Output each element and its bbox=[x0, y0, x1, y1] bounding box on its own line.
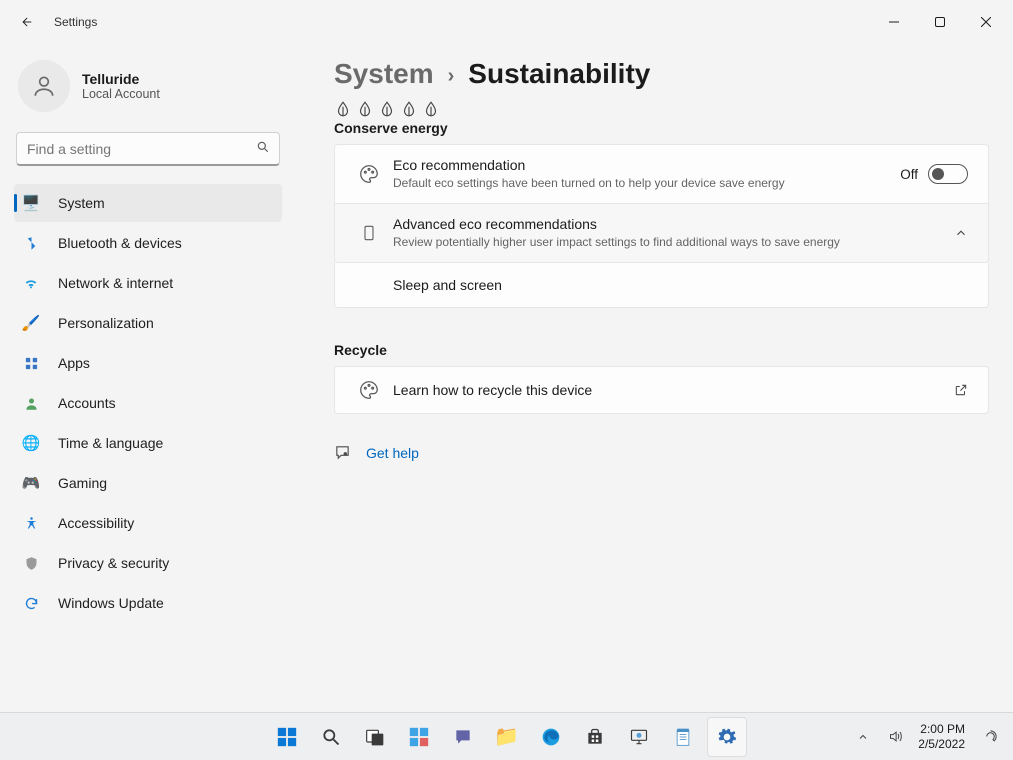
taskbar-settings[interactable] bbox=[707, 717, 747, 757]
tray-overflow[interactable] bbox=[850, 717, 876, 757]
sidebar-item-label: Personalization bbox=[58, 315, 154, 331]
taskbar-notepad[interactable] bbox=[663, 717, 703, 757]
taskbar-store[interactable] bbox=[575, 717, 615, 757]
titlebar: Settings bbox=[0, 0, 1013, 44]
search-input[interactable] bbox=[16, 132, 280, 166]
sidebar: Telluride Local Account 🖥️ System Blueto… bbox=[0, 44, 300, 712]
external-link-icon bbox=[954, 383, 968, 397]
sidebar-item-bluetooth[interactable]: Bluetooth & devices bbox=[14, 224, 282, 262]
sidebar-item-personalization[interactable]: 🖌️ Personalization bbox=[14, 304, 282, 342]
taskbar-chat[interactable] bbox=[443, 717, 483, 757]
search-icon bbox=[256, 140, 270, 157]
wifi-icon bbox=[18, 275, 44, 291]
card-title: Eco recommendation bbox=[393, 157, 900, 173]
get-help-row[interactable]: Get help bbox=[334, 444, 989, 461]
chevron-up-icon bbox=[954, 226, 968, 240]
taskbar-start[interactable] bbox=[267, 717, 307, 757]
sidebar-item-label: Gaming bbox=[58, 475, 107, 491]
sidebar-item-time[interactable]: 🌐 Time & language bbox=[14, 424, 282, 462]
tray-notifications[interactable] bbox=[977, 717, 1003, 757]
card-title: Learn how to recycle this device bbox=[393, 382, 944, 398]
tray-time: 2:00 PM bbox=[918, 722, 965, 736]
section-conserve-label: Conserve energy bbox=[334, 120, 989, 136]
card-sub: Default eco settings have been turned on… bbox=[393, 175, 813, 191]
palette-icon bbox=[353, 379, 385, 401]
taskbar-search[interactable] bbox=[311, 717, 351, 757]
toggle-label: Off bbox=[900, 167, 918, 182]
minimize-button[interactable] bbox=[871, 6, 917, 38]
recycle-card[interactable]: Learn how to recycle this device bbox=[334, 366, 989, 414]
account-sub: Local Account bbox=[82, 87, 160, 101]
eco-recommendation-card[interactable]: Eco recommendation Default eco settings … bbox=[334, 144, 989, 204]
shield-icon bbox=[18, 556, 44, 571]
sidebar-item-update[interactable]: Windows Update bbox=[14, 584, 282, 622]
sidebar-item-label: Windows Update bbox=[58, 595, 164, 611]
maximize-button[interactable] bbox=[917, 6, 963, 38]
sidebar-item-gaming[interactable]: 🎮 Gaming bbox=[14, 464, 282, 502]
tray-date: 2/5/2022 bbox=[918, 737, 965, 751]
main-content: System › Sustainability Conserve energy … bbox=[300, 44, 1013, 712]
leaf-icon bbox=[356, 100, 374, 118]
breadcrumb-root[interactable]: System bbox=[334, 58, 434, 90]
get-help-link[interactable]: Get help bbox=[366, 445, 419, 461]
system-icon: 🖥️ bbox=[18, 194, 44, 212]
window-title: Settings bbox=[54, 15, 97, 29]
apps-icon bbox=[18, 356, 44, 371]
gamepad-icon: 🎮 bbox=[18, 474, 44, 492]
chevron-right-icon: › bbox=[448, 65, 455, 88]
avatar-icon bbox=[18, 60, 70, 112]
leaf-icon bbox=[334, 100, 352, 118]
search-field[interactable] bbox=[16, 132, 280, 166]
eco-rating-icons bbox=[334, 100, 989, 118]
sidebar-item-label: Apps bbox=[58, 355, 90, 371]
bluetooth-icon bbox=[18, 236, 44, 251]
sidebar-item-network[interactable]: Network & internet bbox=[14, 264, 282, 302]
sidebar-item-system[interactable]: 🖥️ System bbox=[14, 184, 282, 222]
eco-toggle[interactable] bbox=[928, 164, 968, 184]
person-icon bbox=[18, 396, 44, 411]
sidebar-item-accessibility[interactable]: Accessibility bbox=[14, 504, 282, 542]
card-sub: Review potentially higher user impact se… bbox=[393, 234, 944, 250]
taskbar-widgets[interactable] bbox=[399, 717, 439, 757]
help-icon bbox=[334, 444, 360, 461]
brush-icon: 🖌️ bbox=[18, 314, 44, 332]
back-button[interactable] bbox=[10, 6, 42, 38]
taskbar-explorer[interactable]: 📁 bbox=[487, 717, 527, 757]
sidebar-item-accounts[interactable]: Accounts bbox=[14, 384, 282, 422]
sidebar-item-label: Accounts bbox=[58, 395, 116, 411]
taskbar-taskview[interactable] bbox=[355, 717, 395, 757]
advanced-eco-card[interactable]: Advanced eco recommendations Review pote… bbox=[334, 203, 989, 263]
account-name: Telluride bbox=[82, 71, 160, 87]
sleep-and-screen-item[interactable]: Sleep and screen bbox=[334, 263, 989, 308]
leaf-icon bbox=[400, 100, 418, 118]
update-icon bbox=[18, 596, 44, 611]
sidebar-item-label: System bbox=[58, 195, 105, 211]
leaf-icon bbox=[378, 100, 396, 118]
leaf-icon bbox=[422, 100, 440, 118]
tray-clock[interactable]: 2:00 PM 2/5/2022 bbox=[918, 722, 965, 751]
sidebar-item-label: Accessibility bbox=[58, 515, 134, 531]
sidebar-item-label: Time & language bbox=[58, 435, 163, 451]
tray-volume[interactable] bbox=[882, 717, 908, 757]
sidebar-item-label: Bluetooth & devices bbox=[58, 235, 182, 251]
page-title: Sustainability bbox=[468, 58, 650, 90]
card-title: Advanced eco recommendations bbox=[393, 216, 944, 232]
sidebar-item-privacy[interactable]: Privacy & security bbox=[14, 544, 282, 582]
device-icon bbox=[353, 222, 385, 244]
sidebar-item-label: Network & internet bbox=[58, 275, 173, 291]
breadcrumb: System › Sustainability bbox=[334, 58, 989, 90]
taskbar-edge[interactable] bbox=[531, 717, 571, 757]
window-controls bbox=[871, 6, 1009, 38]
sidebar-item-apps[interactable]: Apps bbox=[14, 344, 282, 382]
close-button[interactable] bbox=[963, 6, 1009, 38]
sidebar-item-label: Privacy & security bbox=[58, 555, 169, 571]
subitem-label: Sleep and screen bbox=[393, 277, 502, 293]
taskbar-app1[interactable] bbox=[619, 717, 659, 757]
account-profile[interactable]: Telluride Local Account bbox=[18, 60, 278, 112]
accessibility-icon bbox=[18, 516, 44, 531]
section-recycle-label: Recycle bbox=[334, 342, 989, 358]
palette-icon bbox=[353, 163, 385, 185]
globe-clock-icon: 🌐 bbox=[18, 434, 44, 452]
taskbar: 📁 2:00 PM 2/5/2022 bbox=[0, 712, 1013, 760]
